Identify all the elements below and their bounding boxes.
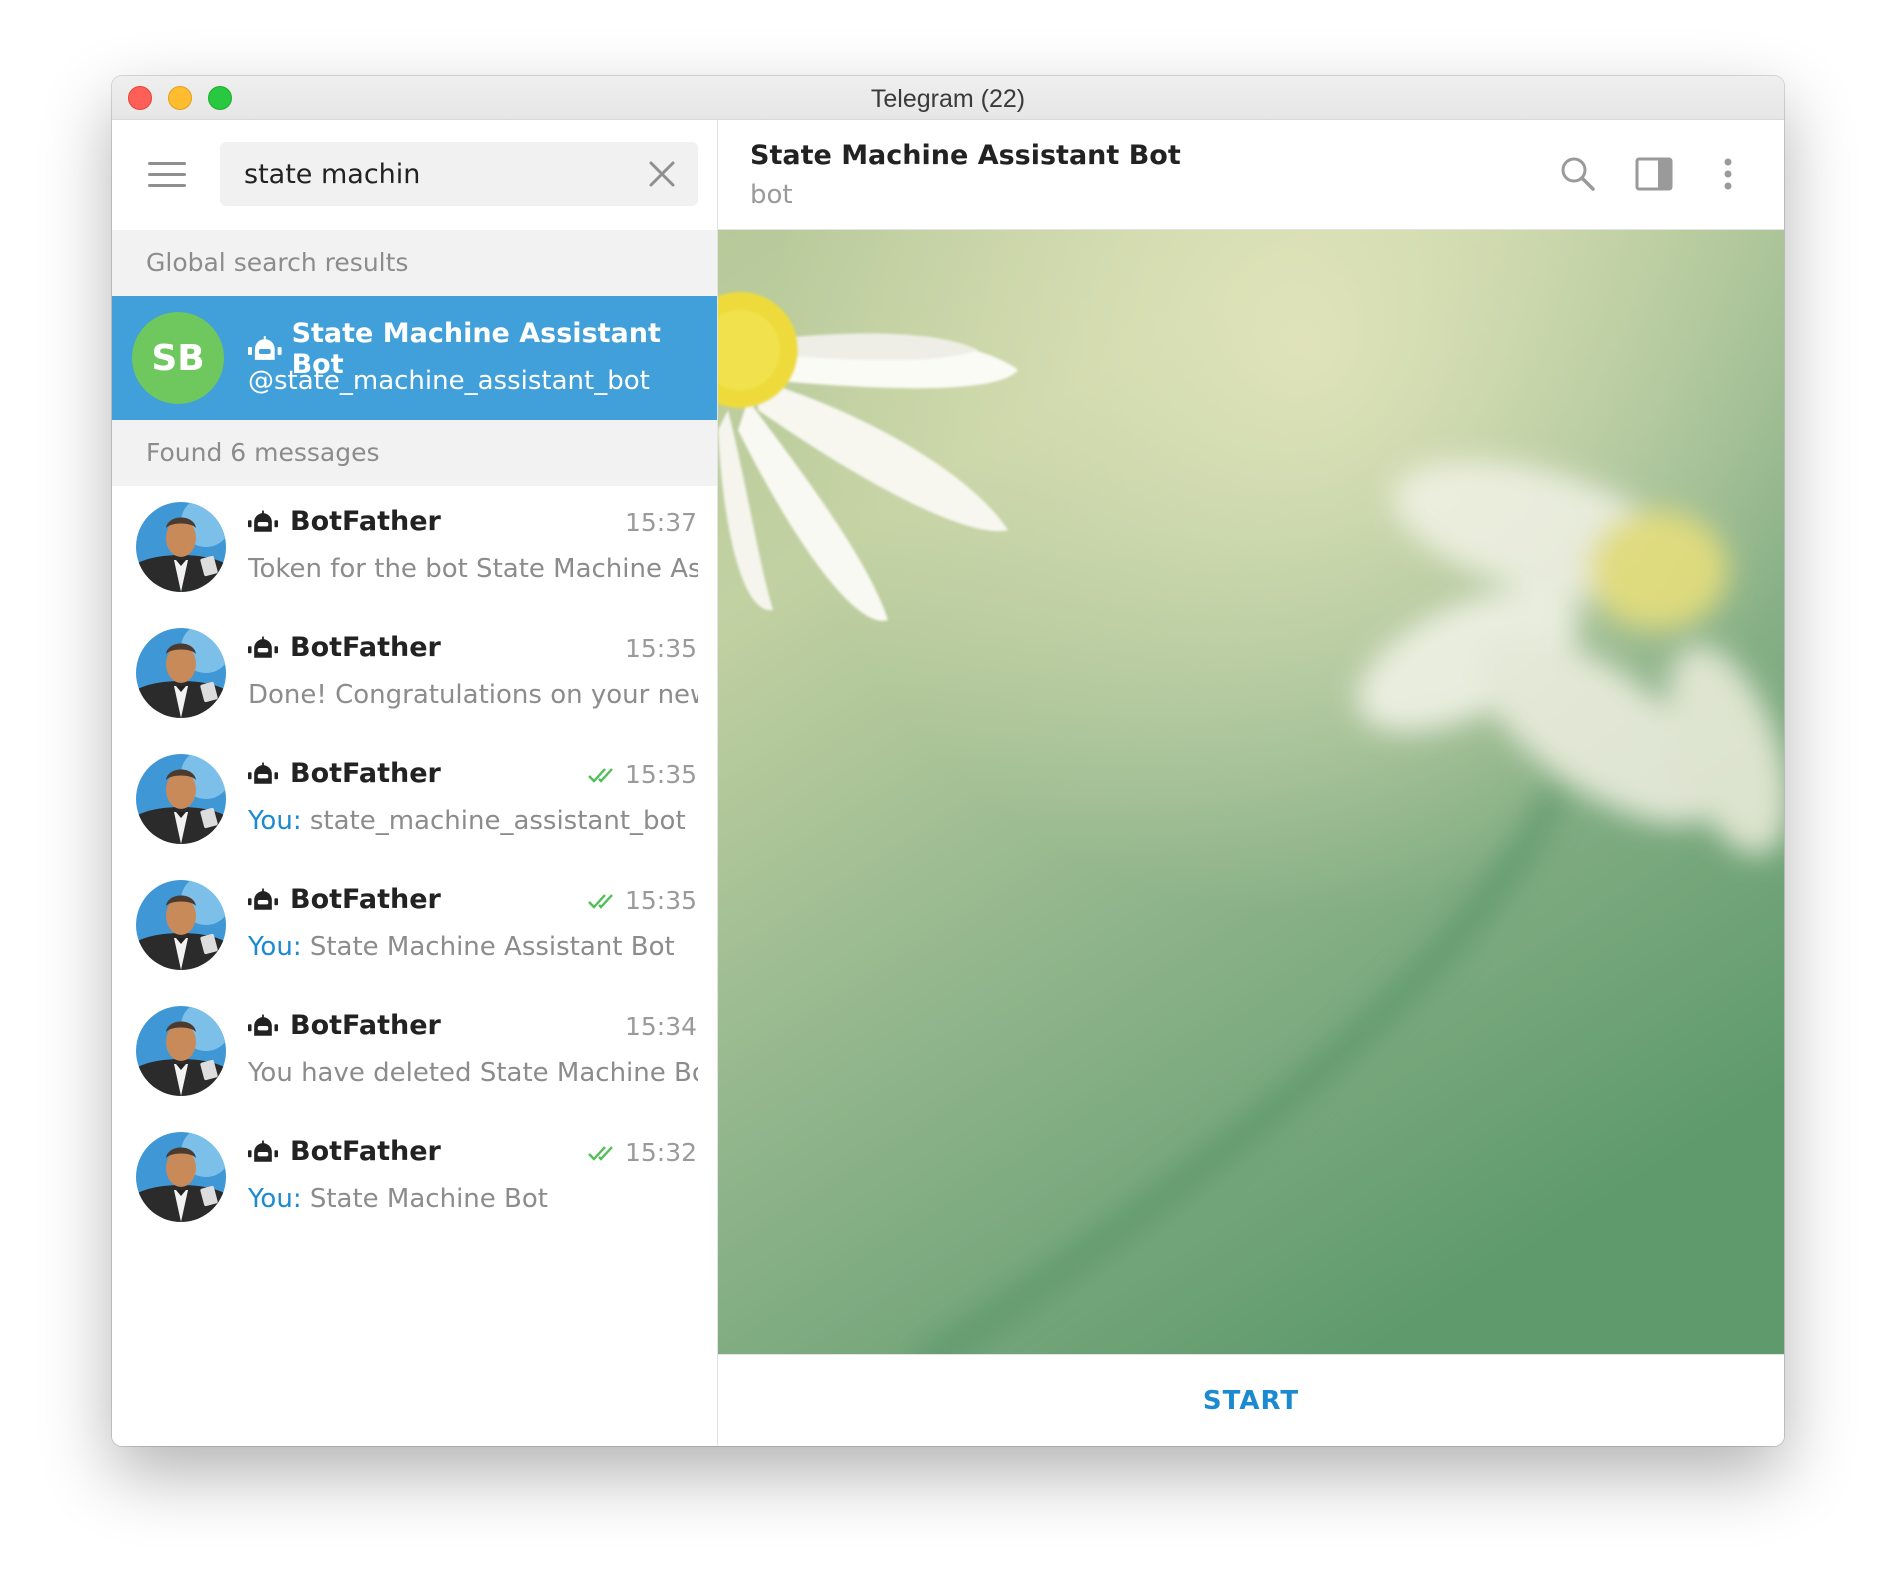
chat-status: bot: [750, 180, 793, 210]
avatar: [136, 1006, 226, 1096]
list-item[interactable]: BotFather 15:34 You have deleted State M…: [112, 990, 717, 1116]
bot-icon: [248, 1014, 278, 1036]
bot-icon: [248, 762, 278, 784]
message-preview-text: State Machine Assistant Bot: [301, 932, 675, 962]
message-preview-text: State Machine Bot: [301, 1184, 548, 1214]
chat-title[interactable]: State Machine Assistant Bot: [750, 140, 1181, 171]
you-prefix: You:: [248, 1184, 302, 1214]
title-bar: Telegram (22): [112, 76, 1784, 120]
sender-name: BotFather: [248, 1136, 441, 1167]
global-search-header: Global search results: [112, 230, 717, 296]
sender-name-text: BotFather: [290, 758, 441, 789]
message-preview-text: You have deleted State Machine Bo...: [248, 1058, 698, 1088]
message-preview-text: Token for the bot State Machine As...: [248, 554, 698, 584]
message-time: 15:37: [625, 508, 697, 537]
chat-footer: START: [718, 1354, 1784, 1446]
hamburger-menu-icon[interactable]: [148, 160, 186, 190]
more-vertical-icon[interactable]: [1708, 154, 1748, 194]
search-icon[interactable]: [1558, 154, 1598, 194]
message-time-text: 15:37: [624, 508, 697, 537]
message-time: 15:35: [587, 760, 697, 789]
list-item[interactable]: BotFather 15:35 You: State Machine Assis…: [112, 864, 717, 990]
sidebar-toggle-icon[interactable]: [1634, 154, 1674, 194]
search-header: [112, 120, 717, 230]
avatar: [136, 880, 226, 970]
chat-background: [718, 230, 1784, 1368]
search-input[interactable]: [244, 154, 624, 194]
bot-icon: [248, 510, 278, 532]
message-preview: Done! Congratulations on your new...: [248, 680, 698, 710]
telegram-window: Telegram (22) Global search results SB: [112, 76, 1784, 1446]
search-box: [220, 142, 698, 206]
bot-icon: [248, 336, 282, 360]
sender-name-text: BotFather: [290, 1010, 441, 1041]
message-preview-text: Done! Congratulations on your new...: [248, 680, 698, 710]
bot-icon: [248, 888, 278, 910]
you-prefix: You:: [248, 932, 302, 962]
message-preview: You: State Machine Bot: [248, 1184, 698, 1214]
avatar: [136, 754, 226, 844]
message-preview-text: state_machine_assistant_bot: [301, 806, 686, 836]
message-time: 15:35: [625, 634, 697, 663]
bot-icon: [248, 1140, 278, 1162]
sender-name-text: BotFather: [290, 632, 441, 663]
message-time-text: 15:34: [624, 1012, 697, 1041]
bot-icon: [248, 636, 278, 658]
result-handle: @state_machine_assistant_bot: [248, 366, 650, 396]
you-prefix: You:: [248, 806, 302, 836]
message-preview: You: state_machine_assistant_bot: [248, 806, 698, 836]
global-result-item[interactable]: SB State Machine Assistant Bot @state_ma…: [112, 296, 717, 420]
double-check-icon: [588, 893, 613, 909]
chat-panel: State Machine Assistant Bot bot START: [718, 120, 1784, 1446]
message-preview: Token for the bot State Machine As...: [248, 554, 698, 584]
message-time: 15:34: [625, 1012, 697, 1041]
list-item[interactable]: BotFather 15:35 You: state_machine_assis…: [112, 738, 717, 864]
avatar: [136, 628, 226, 718]
message-preview: You have deleted State Machine Bo...: [248, 1058, 698, 1088]
sidebar: Global search results SB State Machine A…: [112, 120, 718, 1446]
sender-name: BotFather: [248, 884, 441, 915]
close-icon[interactable]: [646, 158, 678, 190]
message-time-text: 15:35: [624, 886, 697, 915]
list-item[interactable]: BotFather 15:37 Token for the bot State …: [112, 486, 717, 612]
sender-name-text: BotFather: [290, 506, 441, 537]
double-check-icon: [588, 767, 613, 783]
message-preview: You: State Machine Assistant Bot: [248, 932, 698, 962]
message-time: 15:35: [587, 886, 697, 915]
message-time-text: 15:35: [624, 760, 697, 789]
message-time-text: 15:35: [624, 634, 697, 663]
list-item[interactable]: BotFather 15:35 Done! Congratulations on…: [112, 612, 717, 738]
double-check-icon: [588, 1145, 613, 1161]
message-time-text: 15:32: [624, 1138, 697, 1167]
sender-name: BotFather: [248, 506, 441, 537]
message-time: 15:32: [587, 1138, 697, 1167]
sender-name: BotFather: [248, 632, 441, 663]
list-item[interactable]: BotFather 15:32 You: State Machine Bot: [112, 1116, 717, 1242]
message-list: BotFather 15:37 Token for the bot State …: [112, 486, 717, 1242]
found-messages-header: Found 6 messages: [112, 420, 717, 486]
avatar: [136, 1132, 226, 1222]
start-button[interactable]: START: [1203, 1386, 1299, 1416]
avatar: [136, 502, 226, 592]
sender-name-text: BotFather: [290, 884, 441, 915]
sender-name: BotFather: [248, 758, 441, 789]
avatar: SB: [132, 312, 224, 404]
sender-name-text: BotFather: [290, 1136, 441, 1167]
sender-name: BotFather: [248, 1010, 441, 1041]
window-title: Telegram (22): [870, 85, 1026, 113]
chat-header: State Machine Assistant Bot bot: [718, 120, 1784, 230]
